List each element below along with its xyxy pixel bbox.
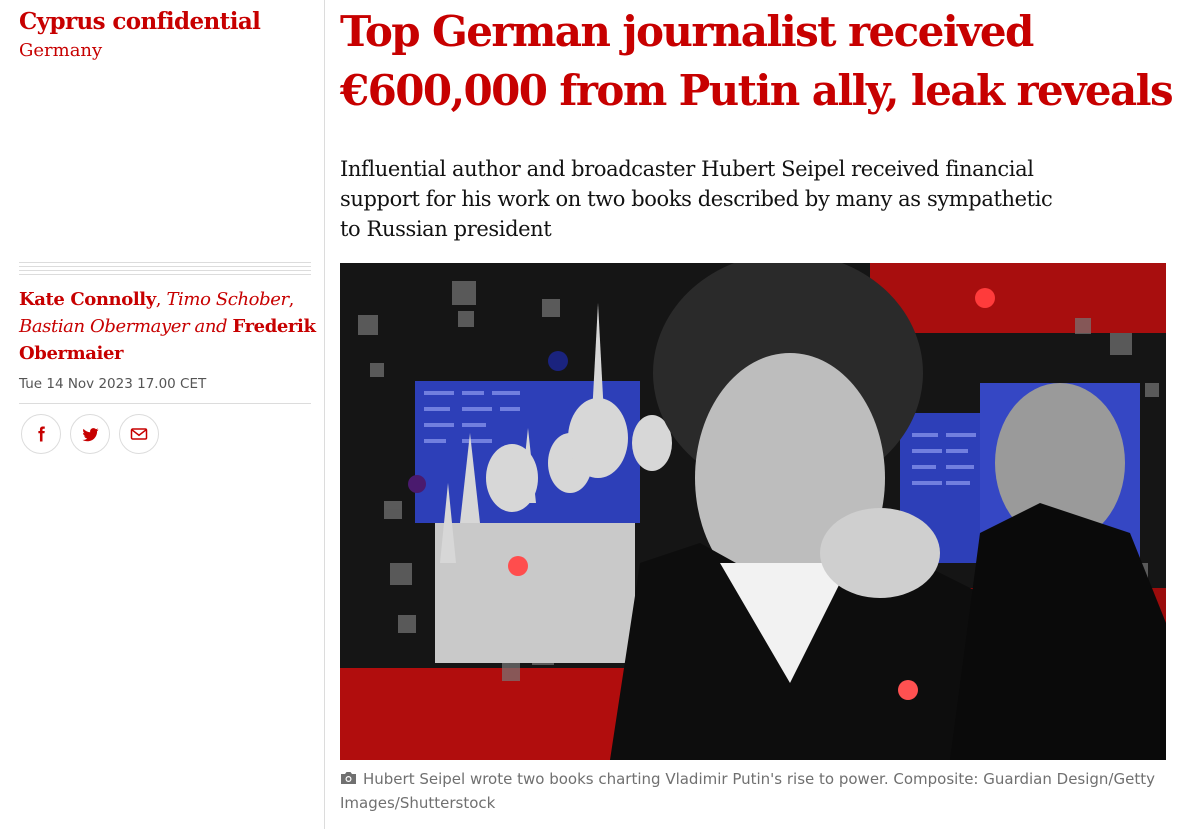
standfirst: Influential author and broadcaster Huber… [340,157,1053,241]
section-link[interactable]: Germany [19,40,102,61]
byline: Kate Connolly, Timo Schober, Bastian Obe… [19,286,319,367]
share-twitter-button[interactable] [70,414,110,454]
image-caption: Hubert Seipel wrote two books charting V… [340,768,1170,815]
article-main: Top German journalist received €600,000 … [340,0,1180,829]
byline-separator: , [288,289,295,310]
author-link[interactable]: Kate Connolly [19,289,156,310]
camera-icon [340,769,357,792]
byline-conjunction: and [189,316,233,337]
caption-text: Hubert Seipel wrote two books charting V… [340,770,1155,812]
headline: Top German journalist received €600,000 … [340,7,1174,115]
facebook-icon [32,425,50,443]
author-link[interactable]: Bastian Obermayer [19,316,190,337]
byline-separator: , [155,289,167,310]
twitter-icon [81,425,100,444]
publish-date: Tue 14 Nov 2023 17.00 CET [19,376,207,392]
share-email-button[interactable] [119,414,159,454]
date-divider [19,403,311,404]
article-meta-column: Cyprus confidential Germany Kate Connoll… [0,0,325,829]
byline-divider [19,262,311,276]
main-image[interactable] [340,263,1166,760]
author-link[interactable]: Timo Schober [166,289,289,310]
email-icon [129,424,149,444]
share-facebook-button[interactable] [21,414,61,454]
series-link[interactable]: Cyprus confidential [19,8,261,35]
